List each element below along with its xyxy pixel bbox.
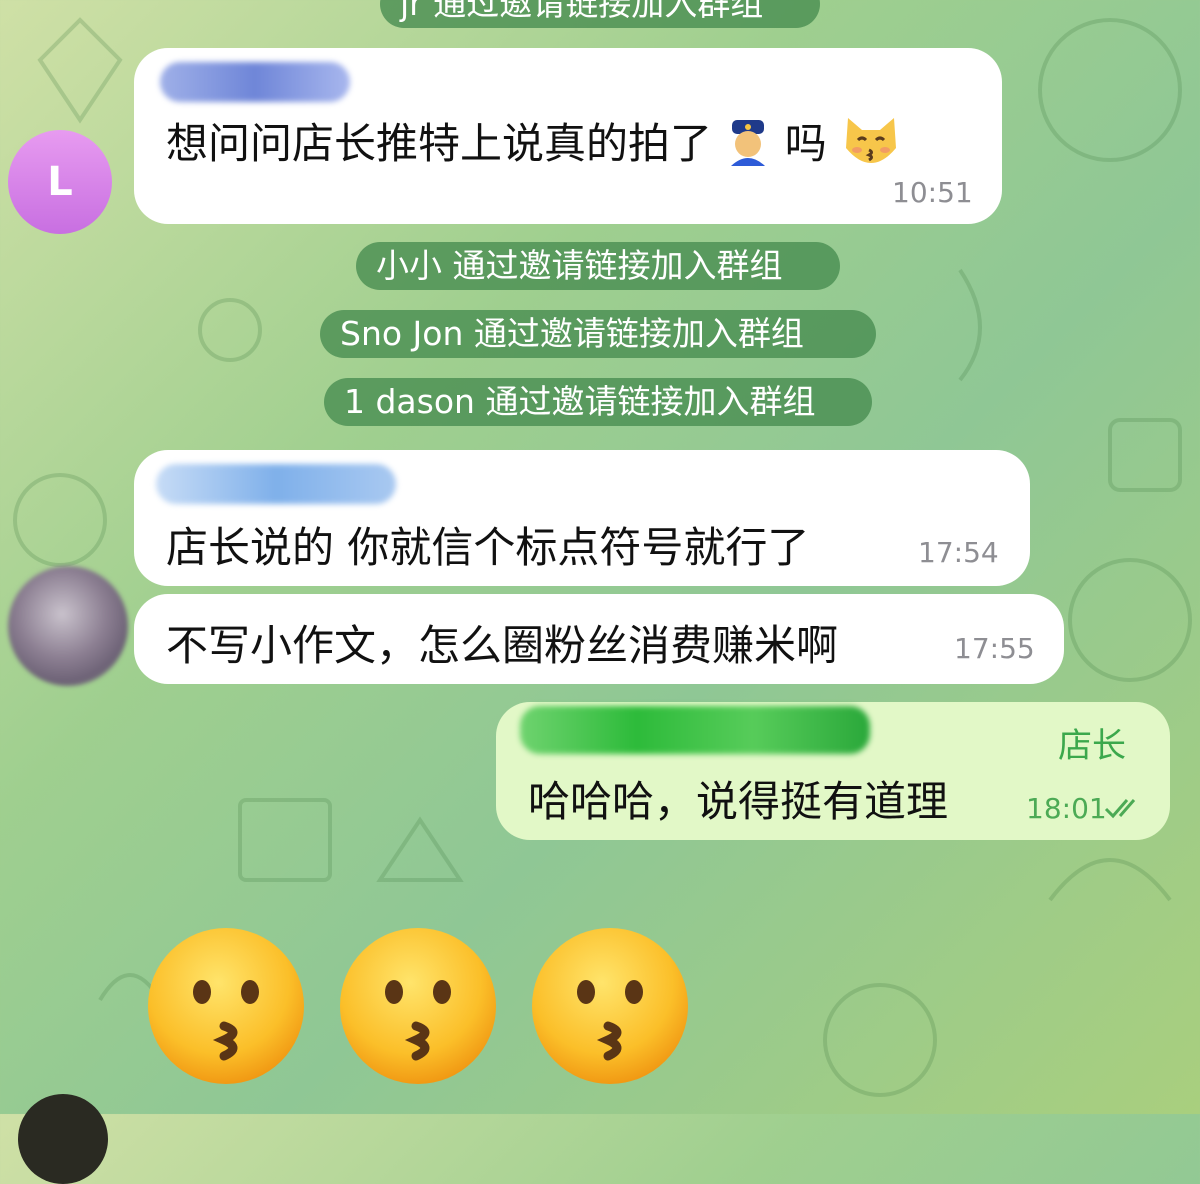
kissing-face-emoji[interactable] <box>146 926 306 1086</box>
message-time: 10:51 <box>892 176 973 209</box>
sender-name-redacted <box>160 62 350 102</box>
service-message: 1 dason 通过邀请链接加入群组 <box>324 378 872 426</box>
service-message-text: Sno Jon 通过邀请链接加入群组 <box>340 314 804 353</box>
outgoing-message-bubble[interactable]: 店长 哈哈哈，说得挺有道理 18:01 <box>496 702 1170 840</box>
service-message: Sno Jon 通过邀请链接加入群组 <box>320 310 876 358</box>
message-time: 17:54 <box>918 536 999 569</box>
sender-name-redacted <box>520 706 870 754</box>
kissing-face-emoji[interactable] <box>530 926 690 1086</box>
message-text: 店长说的 你就信个标点符号就行了 <box>166 523 810 572</box>
read-double-check-icon <box>1104 799 1136 819</box>
sender-avatar[interactable] <box>8 566 128 686</box>
service-message-text: 1 dason 通过邀请链接加入群组 <box>344 382 816 421</box>
message-text: 哈哈哈，说得挺有道理 <box>528 777 949 826</box>
message-time: 17:55 <box>954 632 1035 665</box>
sender-name-redacted <box>156 464 396 504</box>
service-message-text: 小小 通过邀请链接加入群组 <box>376 246 783 285</box>
service-message-text: jr 通过邀请链接加入群组 <box>400 0 764 23</box>
message-time: 18:01 <box>1026 792 1107 825</box>
sender-avatar[interactable]: L <box>8 130 112 234</box>
message-bubble[interactable]: 想问问店长推特上说真的拍了 吗 10:51 <box>134 48 1002 224</box>
service-message: 小小 通过邀请链接加入群组 <box>356 242 840 290</box>
partial-avatar[interactable] <box>18 1094 108 1184</box>
police-officer-emoji <box>731 120 766 166</box>
kissing-face-emoji[interactable] <box>338 926 498 1086</box>
kissing-cat-emoji <box>846 118 897 163</box>
message-bubble[interactable]: 店长说的 你就信个标点符号就行了 17:54 <box>134 450 1030 586</box>
message-bubble[interactable]: 不写小作文，怎么圈粉丝消费赚米啊 17:55 <box>134 594 1064 684</box>
message-text: 想问问店长推特上说真的拍了 吗 <box>166 110 902 171</box>
sender-name: 店长 <box>1058 726 1126 766</box>
service-message: jr 通过邀请链接加入群组 <box>380 0 820 28</box>
message-text: 不写小作文，怎么圈粉丝消费赚米啊 <box>166 621 839 670</box>
avatar-letter: L <box>47 159 73 205</box>
